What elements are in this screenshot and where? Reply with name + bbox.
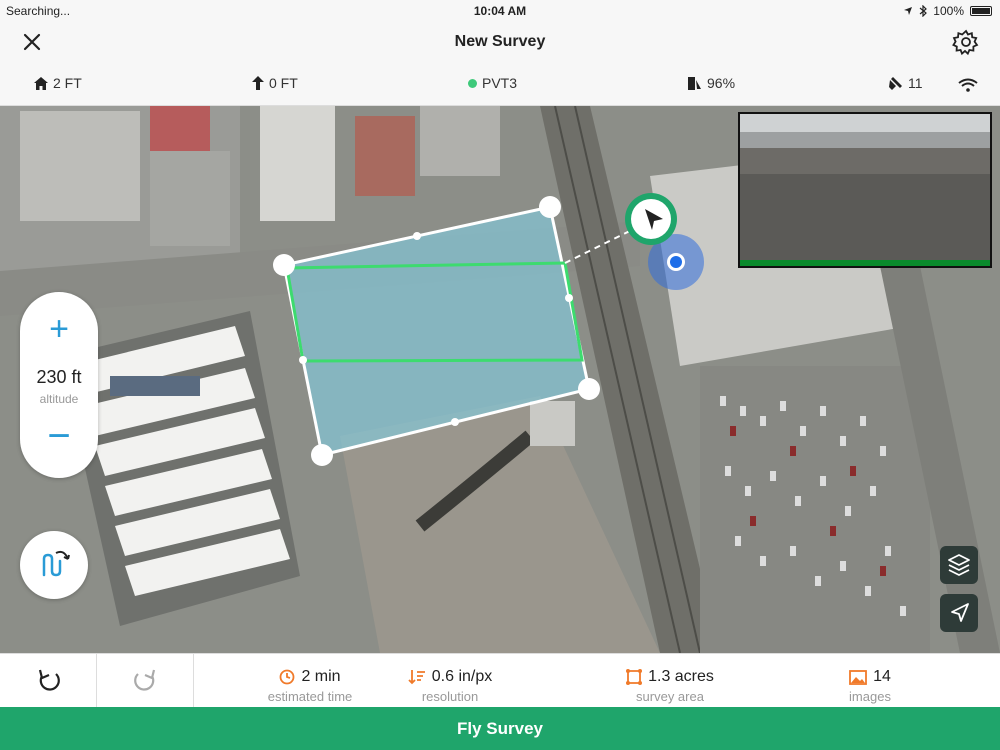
- survey-area-value: 1.3 acres: [648, 668, 714, 685]
- telemetry-bar: 2 FT 0 FT PVT3 96% 11: [0, 62, 1000, 106]
- midpoint-handle[interactable]: [413, 232, 421, 240]
- status-right: 100%: [903, 4, 992, 18]
- layers-button[interactable]: [940, 546, 978, 584]
- gps-dot-icon: [468, 78, 477, 88]
- resolution-icon: [408, 670, 425, 685]
- battery-percent: 100%: [933, 4, 964, 18]
- survey-area-label: survey area: [636, 689, 704, 704]
- page-title: New Survey: [454, 33, 546, 50]
- area-icon: [626, 669, 643, 685]
- layers-icon: [948, 554, 970, 576]
- resolution-value: 0.6 in/px: [431, 668, 493, 685]
- images-label: images: [849, 689, 891, 704]
- estimated-time-value: 2 min: [301, 668, 341, 685]
- camera-feed[interactable]: [738, 112, 992, 268]
- corner-handle[interactable]: [273, 254, 295, 276]
- images-stat: 14 images: [780, 654, 960, 708]
- corner-handle[interactable]: [578, 378, 600, 400]
- survey-area-stat: 1.3 acres survey area: [570, 654, 770, 708]
- home-altitude: 2 FT: [34, 75, 82, 91]
- drone-battery: 96%: [686, 75, 735, 91]
- arrow-up-icon: [252, 76, 264, 90]
- midpoint-handle[interactable]: [299, 356, 307, 364]
- home-icon: [34, 76, 48, 90]
- gear-icon[interactable]: [952, 28, 980, 56]
- resolution-label: resolution: [421, 689, 479, 704]
- midpoint-handle[interactable]: [451, 418, 459, 426]
- altitude-control: + 230 ft altitude −: [20, 292, 98, 478]
- gps-mode: PVT3: [482, 75, 518, 91]
- vertical-distance: 0 FT: [269, 75, 298, 91]
- corner-handle[interactable]: [539, 196, 561, 218]
- image-icon: [849, 669, 867, 685]
- wifi-icon: [958, 78, 978, 92]
- altitude-increase-button[interactable]: +: [20, 312, 98, 346]
- satellite-map[interactable]: + 230 ft altitude −: [0, 106, 1000, 653]
- clock-icon: [280, 669, 295, 685]
- battery-icon: [970, 6, 992, 16]
- flight-pattern-button[interactable]: [20, 531, 88, 599]
- nav-bar: New Survey: [0, 22, 1000, 62]
- vertical-value: 0 FT: [252, 75, 298, 91]
- altitude-value: 230 ft: [36, 367, 82, 387]
- satellite-value: 11: [908, 75, 923, 91]
- gps-status: PVT3: [468, 75, 517, 91]
- status-bar: Searching... 10:04 AM 100%: [0, 0, 1000, 22]
- undo-button[interactable]: [0, 654, 97, 708]
- home-altitude-value: 2 FT: [53, 75, 82, 91]
- images-value: 14: [873, 668, 891, 685]
- redo-icon: [134, 669, 156, 691]
- resolution-stat: 0.6 in/px resolution: [350, 654, 550, 708]
- satellite-count: 11: [888, 75, 923, 91]
- location-arrow-icon: [904, 7, 913, 15]
- flight-pattern-icon: [42, 550, 70, 577]
- locate-icon: [951, 603, 969, 622]
- redo-button[interactable]: [97, 654, 194, 708]
- undo-icon: [38, 669, 60, 691]
- fly-survey-button[interactable]: Fly Survey: [0, 707, 1000, 750]
- drone-battery-icon: [688, 76, 701, 90]
- midpoint-handle[interactable]: [565, 294, 573, 302]
- locate-button[interactable]: [940, 594, 978, 632]
- corner-handle[interactable]: [311, 444, 333, 466]
- satellite-icon: [889, 76, 902, 90]
- altitude-label: altitude: [39, 392, 79, 406]
- altitude-decrease-button[interactable]: −: [20, 416, 98, 456]
- survey-stats-bar: 2 min estimated time 0.6 in/px resolutio…: [0, 653, 1000, 708]
- clock-text: 10:04 AM: [473, 4, 527, 18]
- drone-battery-value: 96%: [707, 75, 736, 91]
- camera-feed-image: [740, 114, 990, 266]
- bluetooth-icon: [919, 5, 928, 17]
- survey-area[interactable]: [282, 205, 591, 457]
